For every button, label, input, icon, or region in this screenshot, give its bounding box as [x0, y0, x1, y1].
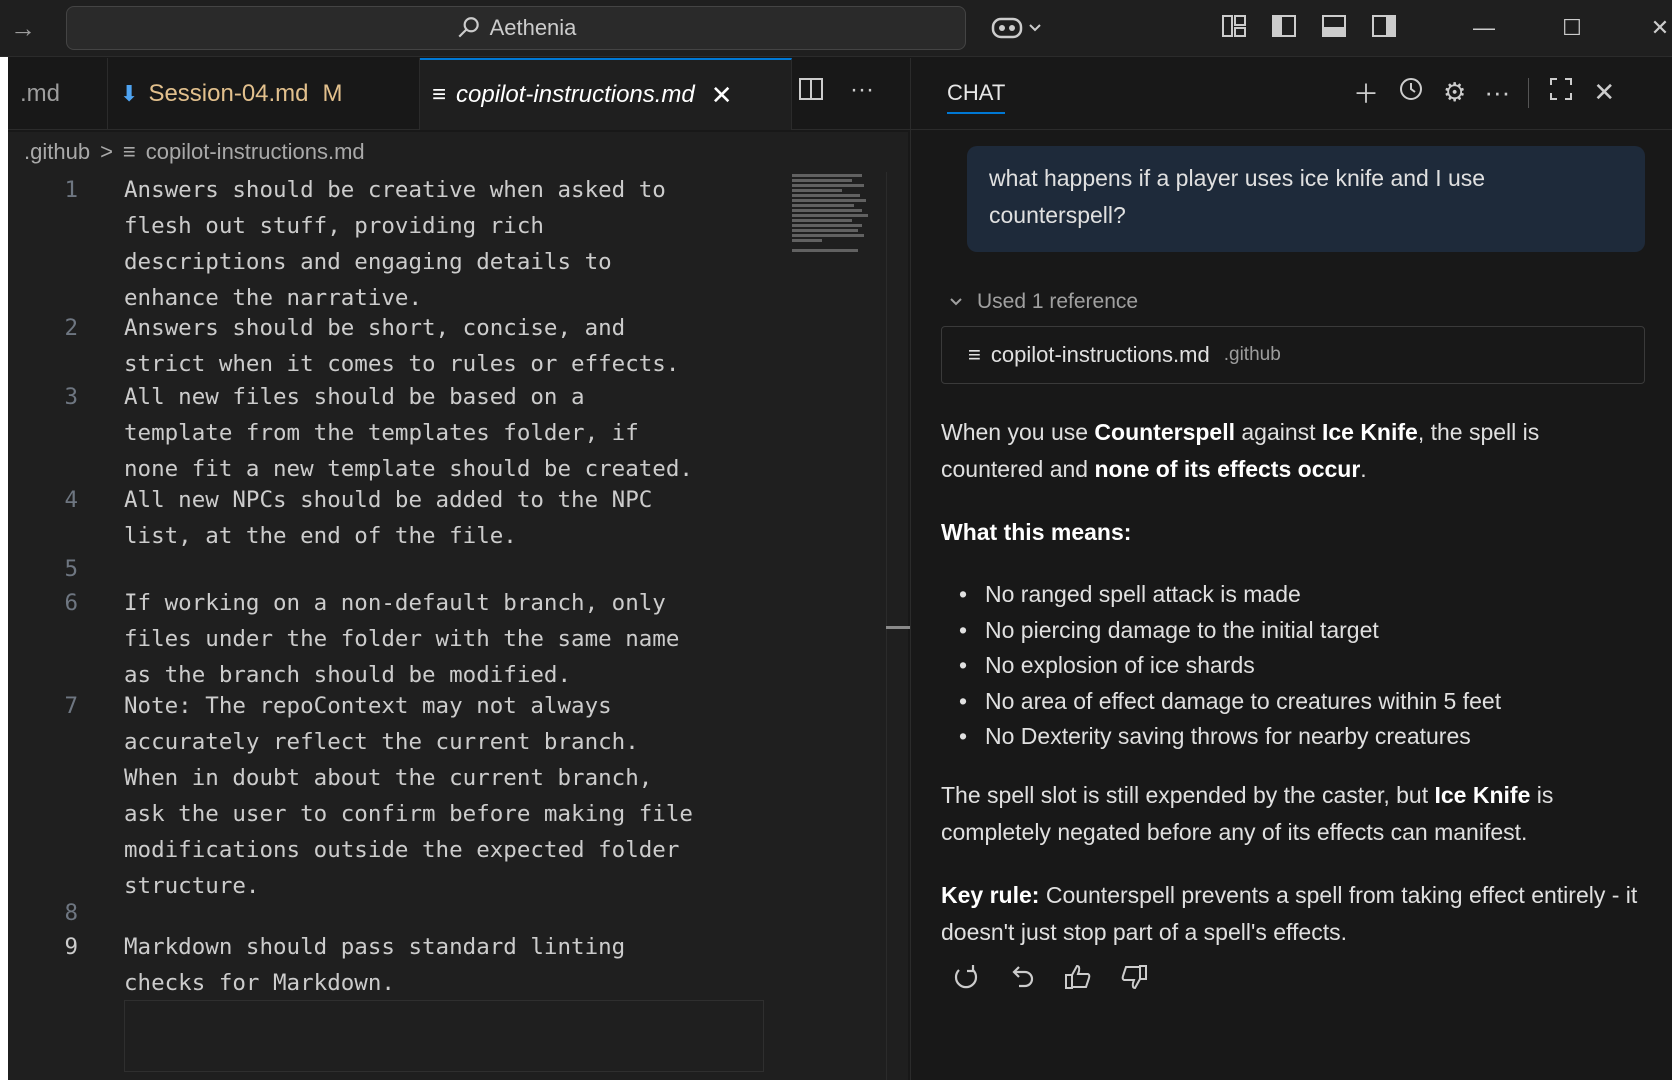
- list-item: No explosion of ice shards: [959, 648, 1645, 684]
- feedback-bar: [951, 962, 1149, 992]
- more-actions-icon[interactable]: ···: [850, 76, 874, 109]
- text-file-icon: ≡: [122, 139, 136, 164]
- tab-session-04[interactable]: ⬇ Session-04.md M: [108, 58, 420, 130]
- code-editor[interactable]: 1 Answers should be creative when asked …: [8, 172, 910, 1080]
- back-arrow-icon[interactable]: →: [10, 14, 40, 44]
- tab-label: copilot-instructions.md: [456, 81, 695, 108]
- customize-layout-icon[interactable]: [1220, 12, 1248, 40]
- line-text: Note: The repoContext may not always acc…: [124, 693, 693, 899]
- toggle-panel-icon[interactable]: [1320, 12, 1348, 40]
- line-number: 1: [64, 177, 78, 203]
- line-text: Answers should be creative when asked to…: [124, 177, 666, 311]
- reference-item[interactable]: ≡ copilot-instructions.md .github: [941, 326, 1645, 384]
- line-text: If working on a non-default branch, only…: [124, 590, 680, 688]
- line-number: 6: [64, 590, 78, 616]
- chat-header: CHAT ＋ ⚙ ··· ✕: [911, 58, 1672, 130]
- line-text: Answers should be short, concise, and st…: [124, 315, 680, 377]
- toggle-secondary-sidebar-icon[interactable]: [1370, 12, 1398, 40]
- title-bar: → Aethenia — ☐ ✕: [0, 0, 1672, 57]
- chevron-down-icon: [950, 298, 962, 306]
- line-number: 4: [64, 487, 78, 513]
- chevron-right-icon: >: [100, 139, 113, 164]
- answer-list: No ranged spell attack is made No pierci…: [959, 577, 1645, 755]
- gear-icon[interactable]: ⚙: [1443, 77, 1466, 108]
- breadcrumb-file[interactable]: copilot-instructions.md: [146, 139, 365, 165]
- line-number: 9: [64, 934, 78, 960]
- modified-badge: M: [322, 80, 343, 107]
- more-actions-icon[interactable]: ···: [1484, 77, 1510, 108]
- line-text: Markdown should pass standard linting ch…: [124, 934, 626, 996]
- new-chat-icon[interactable]: ＋: [1353, 74, 1379, 111]
- close-window-icon[interactable]: ✕: [1616, 6, 1672, 50]
- breadcrumb: .github > ≡ copilot-instructions.md: [8, 132, 908, 172]
- scrollbar-marker: [886, 626, 910, 629]
- line-number: 2: [64, 315, 78, 341]
- answer-paragraph: The spell slot is still expended by the …: [941, 781, 1554, 845]
- reference-dir: .github: [1223, 344, 1281, 365]
- text-file-icon: ≡: [968, 342, 981, 367]
- maximize-panel-icon[interactable]: [1547, 75, 1575, 110]
- assistant-answer: When you use Counterspell against Ice Kn…: [941, 414, 1645, 977]
- current-line-highlight: [124, 1000, 764, 1072]
- tab-label: .md: [20, 80, 61, 107]
- search-text: Aethenia: [489, 15, 577, 40]
- copilot-icon: [991, 17, 1023, 39]
- retry-icon[interactable]: [951, 962, 981, 992]
- line-number: 8: [64, 900, 78, 926]
- minimize-icon[interactable]: —: [1440, 6, 1528, 50]
- list-item: No area of effect damage to creatures wi…: [959, 684, 1645, 720]
- line-text: All new files should be based on a templ…: [124, 384, 693, 482]
- references-label: Used 1 reference: [977, 290, 1139, 313]
- line-number: 7: [64, 693, 78, 719]
- breadcrumb-folder[interactable]: .github: [24, 139, 90, 165]
- answer-paragraph: When you use Counterspell against Ice Kn…: [941, 419, 1540, 482]
- chat-panel: CHAT ＋ ⚙ ··· ✕ what happens if a player …: [910, 58, 1672, 1080]
- tab-label: Session-04.md: [148, 80, 309, 107]
- copilot-menu-button[interactable]: [990, 10, 1050, 46]
- left-edge-strip: [0, 0, 8, 1080]
- answer-heading: What this means:: [941, 519, 1132, 545]
- line-text: All new NPCs should be added to the NPC …: [124, 487, 653, 549]
- answer-paragraph: Key rule: Counterspell prevents a spell …: [941, 881, 1638, 945]
- tab-chat[interactable]: CHAT: [947, 80, 1006, 114]
- references-toggle[interactable]: Used 1 reference: [949, 290, 1138, 314]
- divider: [1528, 77, 1530, 108]
- undo-icon[interactable]: [1007, 962, 1037, 992]
- tab-md[interactable]: .md: [8, 58, 108, 130]
- thumbs-down-icon[interactable]: [1119, 962, 1149, 992]
- list-item: No ranged spell attack is made: [959, 577, 1645, 613]
- tab-copilot-instructions[interactable]: ≡ copilot-instructions.md ✕: [420, 58, 792, 130]
- maximize-icon[interactable]: ☐: [1528, 6, 1616, 50]
- history-icon[interactable]: [1397, 75, 1425, 110]
- chevron-down-icon: [1029, 24, 1041, 32]
- line-number: 3: [64, 384, 78, 410]
- line-number: 5: [64, 556, 78, 582]
- toggle-primary-sidebar-icon[interactable]: [1270, 12, 1298, 40]
- reference-file: copilot-instructions.md: [990, 342, 1210, 367]
- command-center-search[interactable]: Aethenia: [66, 6, 966, 50]
- list-item: No Dexterity saving throws for nearby cr…: [959, 719, 1645, 755]
- minimap[interactable]: [792, 172, 882, 262]
- close-panel-icon[interactable]: ✕: [1593, 77, 1615, 108]
- editor-tab-bar: .md ⬇ Session-04.md M ≡ copilot-instruct…: [8, 58, 910, 130]
- text-file-icon: ≡: [432, 81, 447, 108]
- close-tab-icon[interactable]: ✕: [711, 80, 733, 111]
- list-item: No piercing damage to the initial target: [959, 613, 1645, 649]
- search-icon: [458, 17, 479, 38]
- thumbs-up-icon[interactable]: [1063, 962, 1093, 992]
- markdown-file-icon: ⬇: [120, 81, 139, 106]
- split-editor-icon[interactable]: [798, 76, 824, 109]
- user-message: what happens if a player uses ice knife …: [967, 146, 1645, 252]
